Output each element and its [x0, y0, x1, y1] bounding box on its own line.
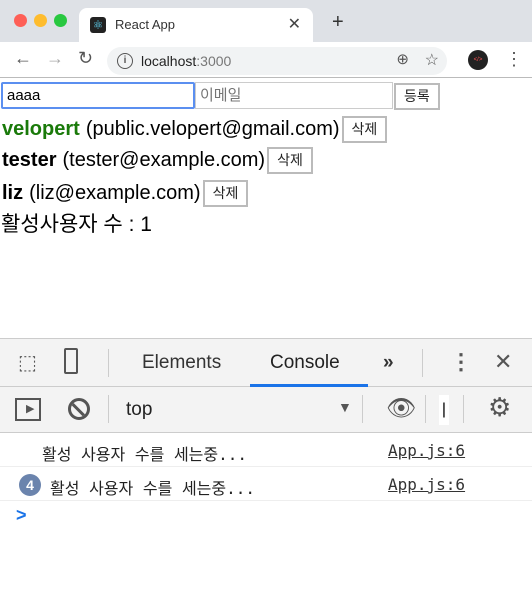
tab-console[interactable]: Console	[270, 352, 340, 374]
console-log-entry: 활성 사용자 수를 세는중... App.js:6	[0, 433, 532, 467]
user-email: (tester@example.com)	[62, 148, 266, 171]
tab-strip: ⚛ React App ✕ +	[0, 0, 532, 42]
close-devtools-icon[interactable]: ✕	[494, 349, 512, 375]
delete-button[interactable]: 삭제	[202, 179, 249, 207]
username-input[interactable]	[1, 82, 195, 109]
console-prompt[interactable]: >	[16, 505, 27, 526]
url-text: localhost:3000	[141, 53, 231, 69]
forward-icon[interactable]: →	[46, 48, 64, 69]
sidebar-toggle-icon[interactable]: ▶	[15, 398, 41, 421]
user-item: velopert (public.velopert@gmail.com) 삭제	[2, 114, 388, 144]
username[interactable]: velopert	[2, 118, 80, 141]
devtools-menu-icon[interactable]: ⋮	[450, 349, 472, 375]
minimize-window-button[interactable]	[34, 14, 47, 27]
react-icon: ⚛	[90, 17, 106, 33]
user-item: liz (liz@example.com) 삭제	[2, 178, 249, 208]
console-log-entry: 4 활성 사용자 수를 세는중... App.js:6	[0, 467, 532, 501]
more-menu-icon[interactable]: ⋮	[505, 49, 523, 70]
more-tabs-icon[interactable]: »	[383, 352, 394, 374]
clear-console-icon[interactable]	[68, 398, 90, 420]
close-window-button[interactable]	[14, 14, 27, 27]
email-input[interactable]	[195, 82, 393, 109]
repeat-count-badge: 4	[19, 474, 41, 496]
url-port: :3000	[196, 53, 232, 69]
reload-icon[interactable]: ↻	[78, 48, 93, 69]
profile-avatar[interactable]: </>	[468, 50, 488, 70]
url-host: localhost	[141, 53, 197, 69]
info-icon[interactable]: i	[117, 53, 133, 69]
username[interactable]: liz	[2, 182, 23, 205]
user-item: tester (tester@example.com) 삭제	[2, 145, 313, 175]
bookmark-star-icon[interactable]: ☆	[425, 50, 439, 70]
devtools-tabbar: ⬚ Elements Console » ⋮ ✕	[0, 338, 532, 387]
inspect-element-icon[interactable]: ⬚	[18, 350, 37, 375]
browser-toolbar: ← → ↻ i localhost:3000 ⊕ ☆ </> ⋮	[0, 42, 532, 78]
eye-icon[interactable]: 👁	[386, 394, 416, 423]
console-toolbar: ▶ top ▼ 👁 | ⚙	[0, 387, 532, 433]
new-tab-icon[interactable]: +	[332, 11, 344, 34]
log-source-link[interactable]: App.js:6	[388, 475, 465, 494]
address-bar[interactable]: i localhost:3000 ⊕ ☆	[107, 47, 447, 75]
user-email: (public.velopert@gmail.com)	[85, 117, 340, 140]
log-message: 활성 사용자 수를 세는중...	[50, 479, 255, 498]
log-source-link[interactable]: App.js:6	[388, 441, 465, 460]
filter-input[interactable]: |	[439, 395, 449, 425]
user-email: (liz@example.com)	[29, 181, 201, 204]
dropdown-arrow-icon[interactable]: ▼	[338, 399, 352, 415]
zoom-icon[interactable]: ⊕	[396, 50, 409, 68]
username[interactable]: tester	[2, 149, 56, 172]
browser-tab[interactable]: ⚛ React App ✕	[79, 8, 313, 42]
log-message: 활성 사용자 수를 세는중...	[42, 445, 247, 464]
maximize-window-button[interactable]	[54, 14, 67, 27]
close-tab-icon[interactable]: ✕	[288, 14, 301, 34]
register-button[interactable]: 등록	[394, 83, 440, 110]
tab-elements[interactable]: Elements	[142, 352, 221, 374]
active-user-count: 활성사용자 수 : 1	[1, 213, 152, 236]
context-select[interactable]: top	[126, 399, 152, 421]
delete-button[interactable]: 삭제	[267, 146, 313, 174]
delete-button[interactable]: 삭제	[341, 115, 388, 143]
settings-gear-icon[interactable]: ⚙	[488, 392, 511, 423]
device-toolbar-icon[interactable]	[64, 348, 78, 374]
back-icon[interactable]: ←	[14, 48, 32, 69]
tab-title: React App	[115, 17, 175, 32]
